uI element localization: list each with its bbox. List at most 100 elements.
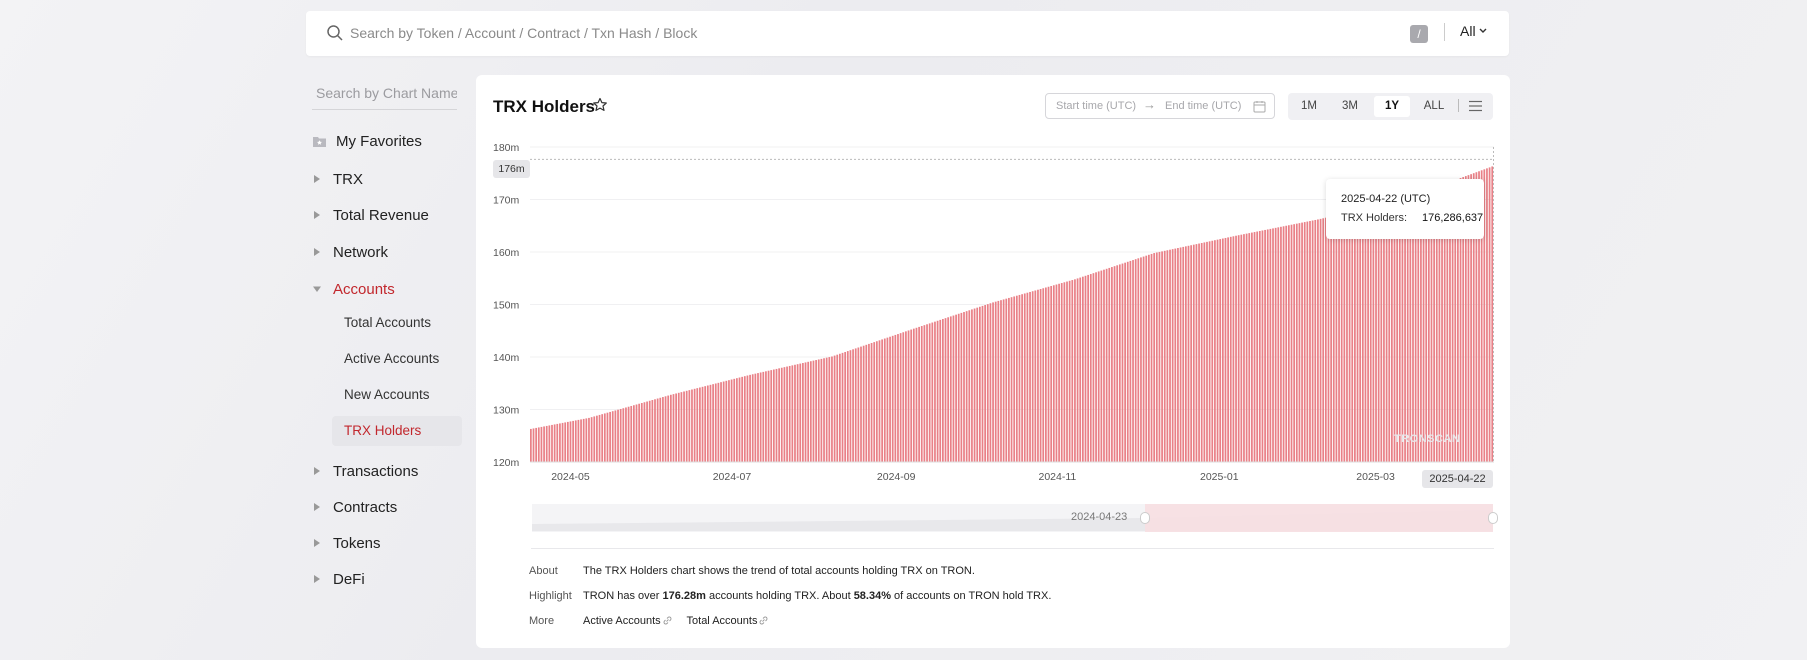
bar[interactable]: [1161, 251, 1163, 462]
bar[interactable]: [559, 423, 561, 462]
bar[interactable]: [751, 374, 754, 462]
bar[interactable]: [1208, 241, 1211, 462]
bar[interactable]: [590, 417, 593, 462]
bar[interactable]: [1266, 229, 1269, 462]
bar[interactable]: [1261, 230, 1264, 462]
bar[interactable]: [714, 383, 717, 462]
bar[interactable]: [1243, 234, 1245, 462]
bar[interactable]: [1367, 208, 1369, 462]
bar[interactable]: [1351, 211, 1354, 462]
bar[interactable]: [1327, 217, 1330, 462]
bar[interactable]: [905, 331, 907, 462]
bar[interactable]: [918, 326, 920, 462]
bar[interactable]: [1343, 213, 1346, 462]
bar[interactable]: [1229, 236, 1232, 462]
bar[interactable]: [854, 348, 857, 462]
bar[interactable]: [815, 360, 817, 462]
bar[interactable]: [1171, 249, 1174, 462]
bar[interactable]: [566, 421, 569, 462]
bar[interactable]: [1169, 249, 1171, 462]
bar[interactable]: [762, 371, 765, 462]
bar[interactable]: [664, 396, 667, 462]
bar[interactable]: [1346, 213, 1348, 462]
sidebar-subitem-total-accounts[interactable]: Total Accounts: [332, 308, 462, 338]
slider-left-handle[interactable]: [1140, 512, 1150, 524]
bar[interactable]: [1074, 279, 1076, 462]
bar[interactable]: [957, 313, 960, 462]
bar[interactable]: [1264, 229, 1266, 462]
bar[interactable]: [1045, 287, 1047, 463]
bar[interactable]: [585, 418, 588, 462]
bar[interactable]: [1179, 247, 1182, 462]
bar[interactable]: [936, 320, 939, 462]
sidebar-item-contracts[interactable]: Contracts: [312, 495, 397, 519]
bar[interactable]: [582, 418, 585, 462]
bar[interactable]: [1340, 214, 1343, 462]
bar[interactable]: [873, 342, 876, 462]
bar[interactable]: [852, 349, 854, 462]
bar[interactable]: [1214, 240, 1216, 462]
bar[interactable]: [693, 388, 696, 462]
bar[interactable]: [772, 369, 775, 462]
bar[interactable]: [577, 419, 580, 462]
bar[interactable]: [1293, 224, 1296, 462]
bar[interactable]: [1081, 276, 1084, 462]
bar[interactable]: [1232, 236, 1235, 462]
bar[interactable]: [1269, 228, 1272, 462]
bar[interactable]: [540, 426, 543, 462]
bar[interactable]: [1134, 259, 1137, 462]
bar[interactable]: [1079, 277, 1082, 462]
bar[interactable]: [796, 364, 799, 462]
bar[interactable]: [622, 408, 625, 462]
bar[interactable]: [1155, 252, 1158, 462]
bar[interactable]: [1174, 248, 1177, 462]
bar[interactable]: [820, 358, 823, 462]
bar[interactable]: [825, 357, 828, 462]
bar[interactable]: [899, 333, 902, 462]
bar[interactable]: [862, 345, 865, 462]
bar[interactable]: [619, 408, 622, 462]
bar[interactable]: [1272, 228, 1274, 463]
bar[interactable]: [646, 401, 648, 462]
sidebar-item-trx[interactable]: TRX: [312, 167, 363, 191]
bar[interactable]: [659, 397, 662, 462]
bar[interactable]: [717, 382, 720, 462]
bar[interactable]: [868, 343, 870, 462]
bar[interactable]: [1206, 241, 1208, 462]
bar[interactable]: [960, 312, 963, 462]
bar[interactable]: [1203, 242, 1206, 462]
bar[interactable]: [730, 379, 733, 463]
bar[interactable]: [934, 321, 936, 462]
bar[interactable]: [1258, 231, 1261, 462]
bar[interactable]: [1348, 212, 1351, 462]
bar[interactable]: [1037, 289, 1039, 462]
bar[interactable]: [765, 371, 767, 462]
sidebar-item-network[interactable]: Network: [312, 240, 388, 264]
bar[interactable]: [1282, 226, 1285, 462]
bar[interactable]: [949, 316, 952, 462]
zoom-slider-selection[interactable]: [1145, 504, 1493, 532]
bar[interactable]: [841, 352, 844, 462]
bar[interactable]: [654, 399, 656, 462]
bar[interactable]: [939, 319, 942, 462]
bar[interactable]: [1060, 283, 1063, 462]
bar[interactable]: [1103, 269, 1105, 462]
bar[interactable]: [683, 391, 685, 462]
bar[interactable]: [1153, 253, 1156, 462]
bar[interactable]: [836, 354, 839, 462]
bar[interactable]: [1277, 227, 1280, 462]
bar[interactable]: [635, 404, 638, 462]
bar[interactable]: [662, 397, 664, 462]
bar[interactable]: [627, 406, 630, 462]
bar[interactable]: [1200, 242, 1203, 462]
bar[interactable]: [846, 351, 849, 462]
bar[interactable]: [1042, 288, 1045, 462]
bar[interactable]: [788, 365, 791, 462]
bar[interactable]: [1002, 299, 1005, 462]
bar[interactable]: [1295, 223, 1298, 462]
bar[interactable]: [767, 370, 770, 462]
bar[interactable]: [1058, 283, 1060, 462]
bar[interactable]: [741, 376, 744, 462]
bar[interactable]: [778, 368, 780, 462]
bar[interactable]: [543, 426, 545, 462]
